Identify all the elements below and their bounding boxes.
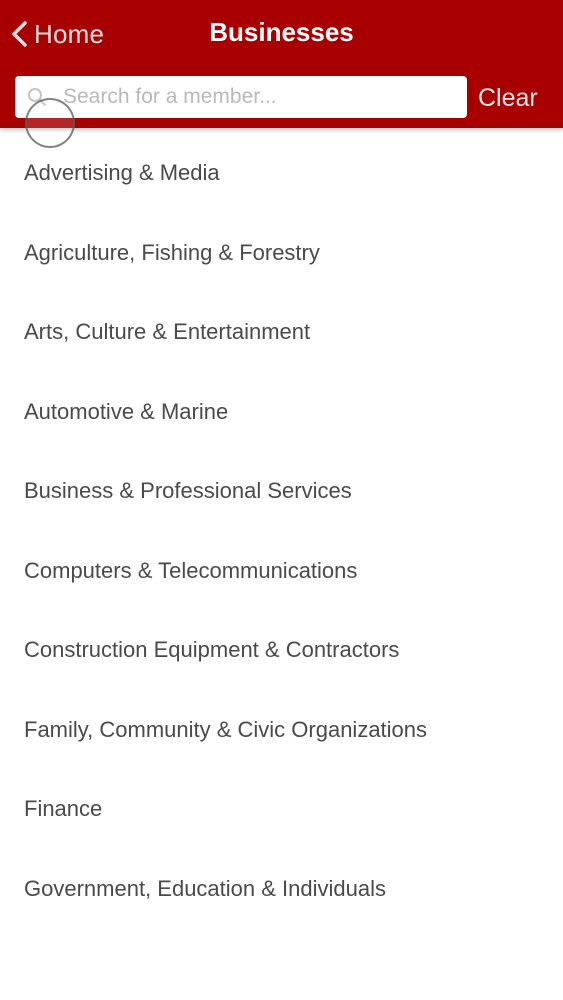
category-item[interactable]: Business & Professional Services [0,451,563,531]
category-item[interactable]: Family, Community & Civic Organizations [0,690,563,770]
chevron-left-icon [10,20,28,48]
back-button-label: Home [34,18,105,49]
search-input[interactable] [63,76,458,118]
clear-button[interactable]: Clear [478,78,538,118]
category-item[interactable]: Arts, Culture & Entertainment [0,292,563,372]
category-item[interactable]: Computers & Telecommunications [0,531,563,611]
category-item[interactable]: Finance [0,769,563,849]
category-item[interactable]: Construction Equipment & Contractors [0,610,563,690]
back-button[interactable]: Home [10,16,104,52]
category-item[interactable]: Agriculture, Fishing & Forestry [0,213,563,293]
nav-header: Home Businesses Clear [0,0,563,128]
search-bar[interactable] [15,76,467,118]
category-item[interactable]: Government, Education & Individuals [0,849,563,929]
businesses-screen: Home Businesses Clear Advertising & Medi… [0,0,563,1000]
search-icon [27,87,47,107]
category-list: Advertising & Media Agriculture, Fishing… [0,133,563,928]
category-item[interactable]: Advertising & Media [0,133,563,213]
category-item[interactable]: Automotive & Marine [0,372,563,452]
